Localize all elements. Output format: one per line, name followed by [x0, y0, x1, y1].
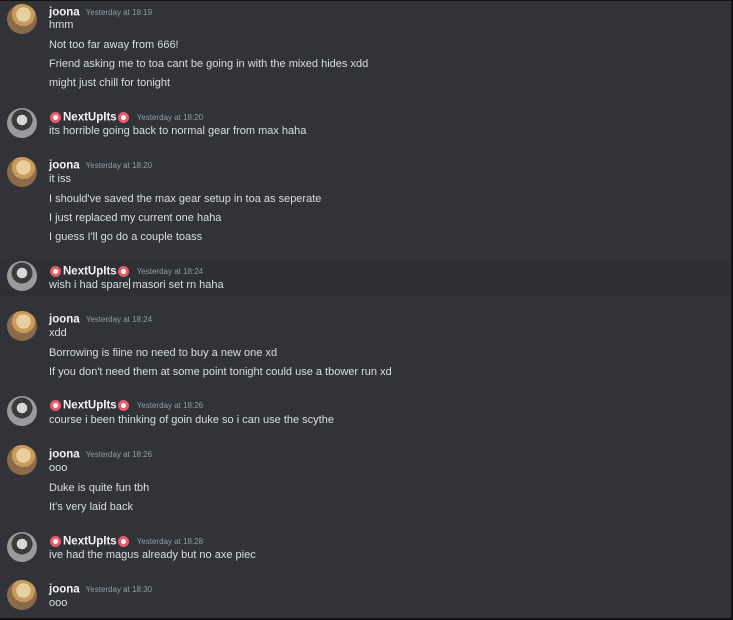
message-group: joona Yesterday at 18:20 it iss I should'…: [0, 154, 731, 248]
message-group: joona Yesterday at 18:30 ooo: [0, 577, 731, 617]
status-emoji-icon: [117, 536, 129, 547]
message-text: wish i had spare masori set rn haha: [49, 277, 224, 293]
message-text-part: wish i had spare: [49, 279, 129, 291]
message-text: If you don't need them at some point ton…: [49, 366, 392, 378]
message-group: NextUpIts Yesterday at 18:28 ive had the …: [0, 529, 731, 567]
role-icon: [50, 112, 61, 123]
message-text: It's very laid back: [49, 501, 134, 513]
avatar-nextupits[interactable]: [7, 532, 37, 562]
username[interactable]: joona: [49, 314, 80, 326]
avatar-joona[interactable]: [7, 580, 37, 610]
message-text: Duke is quite fun tbh: [49, 482, 150, 494]
username[interactable]: NextUpIts: [63, 400, 117, 412]
status-emoji-icon: [117, 112, 129, 123]
role-icon: [50, 266, 61, 277]
avatar-joona[interactable]: [7, 157, 37, 187]
timestamp[interactable]: Yesterday at 18:19: [86, 8, 152, 17]
message-group: NextUpIts Yesterday at 18:24 wish i had s…: [0, 258, 731, 296]
message-header: joona Yesterday at 18:24: [49, 309, 152, 326]
message-text: Borrowing is fiine no need to buy a new …: [49, 347, 278, 359]
message-header: joona Yesterday at 18:20: [49, 155, 152, 172]
username[interactable]: NextUpIts: [63, 536, 117, 548]
username[interactable]: joona: [49, 160, 80, 172]
message-group: NextUpIts Yesterday at 18:26 course i bee…: [0, 393, 731, 431]
message-text: course i been thinking of goin duke so i…: [49, 414, 334, 426]
message-text-part: masori set rn haha: [129, 279, 224, 291]
timestamp[interactable]: Yesterday at 18:30: [86, 585, 152, 594]
message-text: xdd: [49, 327, 67, 339]
avatar-joona[interactable]: [7, 4, 37, 34]
avatar-nextupits[interactable]: [7, 108, 37, 138]
timestamp[interactable]: Yesterday at 18:28: [137, 537, 203, 546]
message-text: might just chill for tonight: [49, 77, 171, 89]
message-text: Friend asking me to toa cant be going in…: [49, 58, 369, 70]
message-group: NextUpIts Yesterday at 18:20 its horrible…: [0, 105, 731, 143]
message-text: ooo: [49, 597, 68, 609]
message-header: NextUpIts Yesterday at 18:26: [49, 395, 203, 412]
timestamp[interactable]: Yesterday at 18:24: [137, 267, 203, 276]
chat-message-list[interactable]: joona Yesterday at 18:19 hmm Not too far …: [0, 0, 733, 620]
message-header: joona Yesterday at 18:19: [49, 2, 152, 19]
role-icon: [50, 400, 61, 411]
message-text: ive had the magus already but no axe pie…: [49, 549, 256, 561]
timestamp[interactable]: Yesterday at 18:20: [86, 161, 152, 170]
message-text: ooo: [49, 462, 68, 474]
message-group: joona Yesterday at 18:26 ooo Duke is quit…: [0, 442, 731, 517]
message-header: joona Yesterday at 18:26: [49, 444, 152, 461]
message-group: joona Yesterday at 18:19 hmm Not too far …: [0, 1, 731, 96]
message-group: joona Yesterday at 18:24 xdd Borrowing is…: [0, 308, 731, 383]
message-header: NextUpIts Yesterday at 18:24: [49, 261, 203, 278]
role-icon: [50, 536, 61, 547]
message-header: joona Yesterday at 18:30: [49, 579, 152, 596]
timestamp[interactable]: Yesterday at 18:24: [86, 315, 152, 324]
username[interactable]: NextUpIts: [63, 112, 117, 124]
username[interactable]: joona: [49, 584, 80, 596]
message-text: I just replaced my current one haha: [49, 212, 222, 224]
avatar-nextupits[interactable]: [7, 261, 37, 291]
message-header: NextUpIts Yesterday at 18:28: [49, 531, 203, 548]
status-emoji-icon: [117, 266, 129, 277]
message-text: its horrible going back to normal gear f…: [49, 125, 307, 137]
timestamp[interactable]: Yesterday at 18:26: [86, 450, 152, 459]
avatar-joona[interactable]: [7, 445, 37, 475]
message-header: NextUpIts Yesterday at 18:20: [49, 107, 203, 124]
message-text: it iss: [49, 173, 71, 185]
username[interactable]: joona: [49, 449, 80, 461]
username[interactable]: NextUpIts: [63, 266, 117, 278]
avatar-nextupits[interactable]: [7, 396, 37, 426]
status-emoji-icon: [117, 400, 129, 411]
message-text: I should've saved the max gear setup in …: [49, 193, 322, 205]
timestamp[interactable]: Yesterday at 18:20: [137, 113, 203, 122]
avatar-joona[interactable]: [7, 311, 37, 341]
timestamp[interactable]: Yesterday at 18:26: [137, 401, 203, 410]
message-text: I guess I'll go do a couple toass: [49, 231, 203, 243]
message-text: Not too far away from 666!: [49, 39, 179, 51]
message-text: hmm: [49, 19, 74, 31]
